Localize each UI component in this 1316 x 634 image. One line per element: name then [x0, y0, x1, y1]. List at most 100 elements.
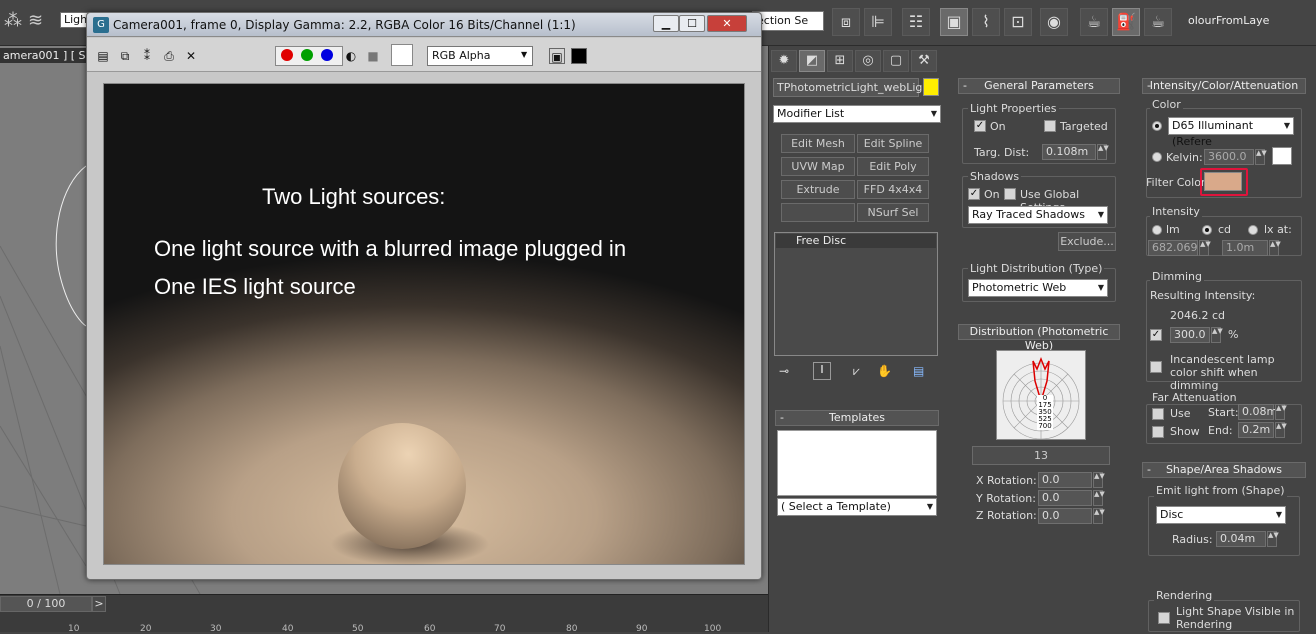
light-on-checkbox[interactable]: ✓ [974, 120, 986, 132]
lx-distance-spinner[interactable]: ▲▼ [1269, 240, 1281, 256]
dimming-checkbox[interactable]: ✓ [1150, 329, 1162, 341]
align-icon[interactable]: ⊫ [864, 8, 892, 36]
modifier-stack[interactable]: Free Disc [774, 232, 938, 356]
remove-modifier-icon[interactable]: ✋ [877, 364, 892, 378]
window-layout-icon[interactable]: ▣ [549, 48, 565, 64]
radius-spinner[interactable]: ▲▼ [1267, 531, 1279, 547]
clear-icon[interactable]: ✕ [183, 48, 199, 64]
far-end-field[interactable]: 0.2m [1238, 422, 1274, 438]
edit-poly-button[interactable]: Edit Poly [857, 157, 929, 176]
use-global-checkbox[interactable] [1004, 188, 1016, 200]
filter-color-swatch[interactable] [1204, 172, 1242, 191]
extrude-button[interactable]: Extrude [781, 180, 855, 199]
snap-icon[interactable]: ⁂ [4, 10, 22, 31]
motion-tab-icon[interactable]: ◎ [855, 50, 881, 72]
print-image-icon[interactable]: ⎙ [161, 48, 177, 64]
templates-list[interactable] [777, 430, 937, 496]
dimming-spinner[interactable]: ▲▼ [1211, 327, 1223, 343]
minimize-button[interactable]: ▁ [653, 15, 679, 32]
general-rollout-header[interactable]: - General Parameters [958, 78, 1120, 94]
shadows-on-checkbox[interactable]: ✓ [968, 188, 980, 200]
far-start-spinner[interactable]: ▲▼ [1275, 404, 1287, 420]
render-window-titlebar[interactable]: G Camera001, frame 0, Display Gamma: 2.2… [87, 13, 761, 37]
rendered-frame-window-icon[interactable]: ⛽ [1112, 8, 1140, 36]
kelvin-spinner[interactable]: ▲▼ [1255, 149, 1267, 165]
make-unique-icon[interactable]: ⩗ [853, 364, 860, 379]
mirror-icon[interactable]: ⧈ [832, 8, 860, 36]
y-rotation-spinner[interactable]: ▲▼ [1093, 490, 1105, 506]
intensity-field[interactable]: 682.069 [1148, 240, 1198, 256]
lx-radio[interactable] [1248, 225, 1258, 235]
timeline[interactable]: 0 / 100 > [0, 594, 768, 632]
shadow-type-dropdown[interactable]: Ray Traced Shadows [968, 206, 1108, 224]
schematic-view-icon[interactable]: ⊡ [1004, 8, 1032, 36]
color-preset-dropdown[interactable]: D65 Illuminant (Refere [1168, 117, 1294, 148]
rendered-image[interactable]: Two Light sources: One light source with… [103, 83, 745, 566]
far-show-checkbox[interactable] [1152, 426, 1164, 438]
object-color-swatch[interactable] [923, 78, 939, 96]
save-image-icon[interactable]: ▤ [95, 48, 111, 64]
render-production-icon[interactable]: ☕ [1144, 8, 1172, 36]
layer-manager-icon[interactable]: ☷ [902, 8, 930, 36]
far-start-field[interactable]: 0.08m [1238, 404, 1277, 420]
channel-display-dropdown[interactable]: RGB Alpha [427, 46, 533, 66]
cd-radio[interactable] [1202, 225, 1212, 235]
alpha-channel-icon[interactable]: ◐ [343, 48, 359, 64]
stack-item-free-disc[interactable]: Free Disc [776, 234, 936, 248]
lm-radio[interactable] [1152, 225, 1162, 235]
kelvin-radio[interactable] [1152, 152, 1162, 162]
kelvin-field[interactable]: 3600.0 [1204, 149, 1254, 165]
distribution-rollout-header[interactable]: Distribution (Photometric Web) [958, 324, 1120, 352]
background-color-swatch[interactable] [391, 44, 413, 66]
far-end-spinner[interactable]: ▲▼ [1275, 422, 1287, 438]
z-rotation-spinner[interactable]: ▲▼ [1093, 508, 1105, 524]
dimming-percent-field[interactable]: 300.0 [1170, 327, 1210, 343]
radius-field[interactable]: 0.04m [1216, 531, 1266, 547]
lx-distance-field[interactable]: 1.0m [1222, 240, 1268, 256]
copy-image-icon[interactable]: ⧉ [117, 48, 133, 64]
modifier-list-dropdown[interactable]: Modifier List [773, 105, 941, 123]
scene-explorer-icon[interactable]: ▣ [940, 8, 968, 36]
modify-tab-icon[interactable]: ◩ [799, 50, 825, 72]
rendered-frame-window[interactable]: G Camera001, frame 0, Display Gamma: 2.2… [86, 12, 762, 580]
maximize-button[interactable]: ☐ [679, 15, 705, 32]
monochrome-icon[interactable]: ■ [365, 48, 381, 64]
x-rotation-spinner[interactable]: ▲▼ [1093, 472, 1105, 488]
object-name-field[interactable]: TPhotometricLight_webLight [773, 78, 934, 97]
z-rotation-field[interactable]: 0.0 [1038, 508, 1092, 524]
blue-channel-toggle[interactable] [321, 49, 333, 61]
exclude-button[interactable]: Exclude... [1058, 232, 1116, 251]
uvw-map-button[interactable]: UVW Map [781, 157, 855, 176]
distribution-dropdown[interactable]: Photometric Web [968, 279, 1108, 297]
intensity-spinner[interactable]: ▲▼ [1199, 240, 1211, 256]
light-shape-visible-checkbox[interactable] [1158, 612, 1170, 624]
clone-window-icon[interactable]: ⁑ [139, 48, 155, 64]
web-file-button[interactable]: 13 [972, 446, 1110, 465]
named-selection-dropdown[interactable]: ection Se [752, 11, 824, 31]
display-tab-icon[interactable]: ▢ [883, 50, 909, 72]
shape-dropdown[interactable]: Disc [1156, 506, 1286, 524]
targ-dist-field[interactable]: 0.108m [1042, 144, 1096, 160]
incandescent-checkbox[interactable] [1150, 361, 1162, 373]
far-use-checkbox[interactable] [1152, 408, 1164, 420]
configure-sets-icon[interactable]: ▤ [913, 364, 924, 378]
time-slider[interactable]: 0 / 100 [0, 596, 92, 612]
empty-modifier-button[interactable] [781, 203, 855, 222]
render-setup-icon[interactable]: ☕ [1080, 8, 1108, 36]
intensity-rollout-header[interactable]: - Intensity/Color/Attenuation [1142, 78, 1306, 94]
green-channel-toggle[interactable] [301, 49, 313, 61]
curve-editor-icon[interactable]: ⌇ [972, 8, 1000, 36]
edit-spline-button[interactable]: Edit Spline [857, 134, 929, 153]
preset-radio[interactable] [1152, 121, 1162, 131]
templates-rollout-header[interactable]: - Templates [775, 410, 939, 426]
wave-icon[interactable]: ≋ [28, 10, 43, 31]
photometric-web-diagram[interactable]: 0 175 350 525 700 [996, 350, 1086, 440]
close-button[interactable]: ✕ [707, 15, 747, 32]
next-frame-icon[interactable]: > [92, 596, 106, 612]
material-editor-icon[interactable]: ◉ [1040, 8, 1068, 36]
nsurf-sel-button[interactable]: NSurf Sel [857, 203, 929, 222]
ffd-button[interactable]: FFD 4x4x4 [857, 180, 929, 199]
y-rotation-field[interactable]: 0.0 [1038, 490, 1092, 506]
targeted-checkbox[interactable] [1044, 120, 1056, 132]
color-swatch-black[interactable] [571, 48, 587, 64]
